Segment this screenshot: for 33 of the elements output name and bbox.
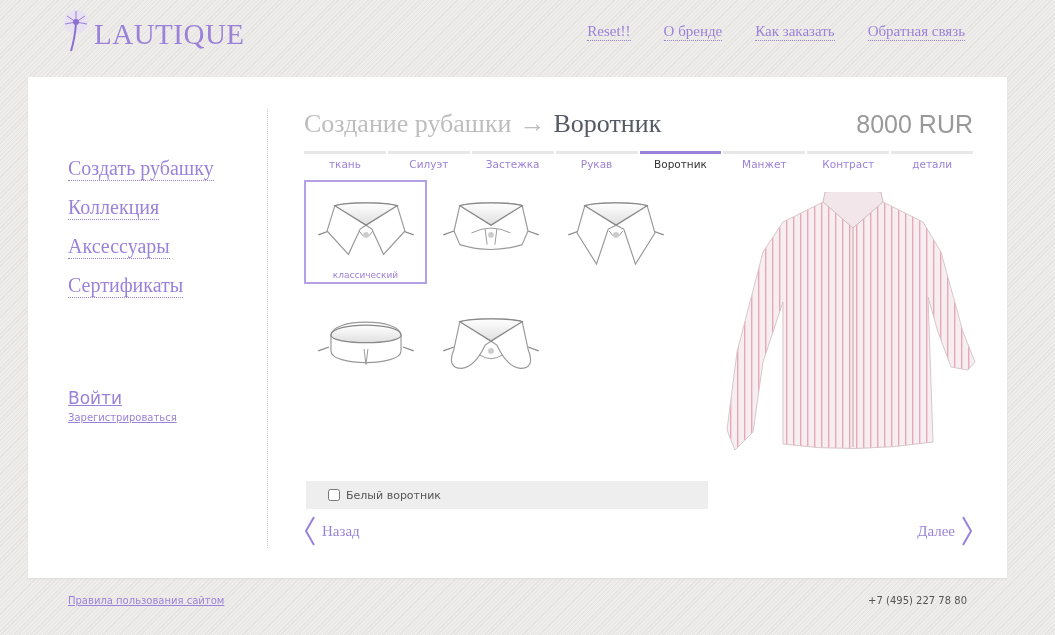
step-tab[interactable]: Застежка [471,151,554,170]
collar-label: классический [332,270,399,280]
breadcrumb-arrow: → [519,109,546,139]
step-tab[interactable]: ткань [304,151,386,170]
next-link[interactable]: Далее [917,516,973,546]
nav-link[interactable]: Reset!! [587,23,631,41]
step-tab[interactable]: Манжет [723,151,806,170]
price: 8000 RUR [856,109,973,139]
nav-link[interactable]: Как заказать [755,23,835,41]
collar-checkbox[interactable] [328,489,340,501]
breadcrumb-title: Создание рубашки [304,109,512,139]
chevron-left-icon [304,516,316,546]
nav-link[interactable]: О бренде [663,23,723,41]
phone-number: +7 (495) 227 78 80 [868,595,967,606]
step-tab[interactable]: Воротник [639,151,722,170]
collar-option[interactable]: классический [304,180,427,284]
sidebar-item[interactable]: Коллекция [68,196,160,220]
step-tab[interactable]: Силуэт [387,151,470,170]
brand-logo[interactable]: LAUTIQUE [94,20,245,49]
step-tab[interactable]: Рукав [555,151,638,170]
login-link[interactable]: Войти [68,388,123,408]
step-tab[interactable]: Контраст [807,151,890,170]
checkbox-label: Белый воротник [346,488,441,502]
step-tab[interactable]: детали [891,151,973,170]
back-link[interactable]: Назад [304,516,360,546]
register-link[interactable]: Зарегистрироваться [68,412,177,423]
terms-link[interactable]: Правила пользования сайтом [68,595,225,606]
page-title: Воротник [553,109,662,139]
sidebar-item[interactable]: Сертификаты [68,274,184,298]
sidebar-item[interactable]: Аксессуары [68,235,170,259]
chevron-right-icon [961,516,973,546]
sidebar-item[interactable]: Создать рубашку [68,157,214,181]
nav-link[interactable]: Обратная связь [867,23,965,41]
